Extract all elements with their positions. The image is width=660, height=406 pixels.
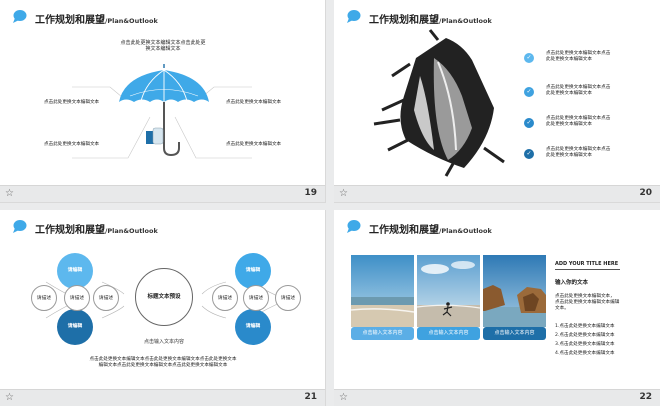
outline-circle: 请描述 <box>212 285 238 311</box>
text-left-bottom: 点击此处更换文本编辑文本 <box>44 142 100 147</box>
slide-title: 工作规划和展望/Plan&Outlook <box>369 15 492 26</box>
slide-subtitle: /Plan&Outlook <box>439 17 492 25</box>
outline-circle: 请描述 <box>243 285 269 311</box>
slide-19[interactable]: 工作规划和展望/Plan&Outlook 点击此处更换文本编辑文本点击此处更 换… <box>0 0 326 203</box>
list-item: 3.点击此处更换文本编辑文本 <box>555 342 615 347</box>
text-right-bottom: 点击此处更换文本编辑文本 <box>226 142 282 147</box>
page-number: 22 <box>639 392 652 402</box>
page-number: 19 <box>304 188 317 198</box>
photo-beach <box>351 255 414 327</box>
outline-circle: 请描述 <box>275 285 301 311</box>
slide-22[interactable]: 工作规划和展望/Plan&Outlook 点击输入文本内容 点击输入文本内容 点… <box>334 210 660 406</box>
center-circle: 标题文本预设 <box>135 268 193 326</box>
outline-circle: 请描述 <box>64 285 90 311</box>
check-icon: ✓ <box>524 118 534 128</box>
filled-circle: 请编辑 <box>235 253 271 289</box>
list-item: 4.点击此处更换文本编辑文本 <box>555 351 615 356</box>
text-button[interactable]: 点击输入文本内容 <box>351 327 414 340</box>
speech-bubble-icon <box>12 219 27 234</box>
star-icon: ☆ <box>5 392 14 403</box>
speech-bubble-icon <box>12 9 27 24</box>
page-number: 21 <box>304 392 317 402</box>
brush-image <box>373 29 505 177</box>
slide-title: 工作规划和展望/Plan&Outlook <box>369 225 492 236</box>
text-button[interactable]: 点击输入文本内容 <box>483 327 546 340</box>
text-left-top: 点击此处更换文本编辑文本 <box>44 100 100 105</box>
check-icon: ✓ <box>524 87 534 97</box>
sub-heading: 输入你的文本 <box>555 280 589 286</box>
heading-rule <box>555 269 620 270</box>
top-text: 点击此处更换文本编辑文本点击此处更 换文本编辑文本 <box>120 40 206 52</box>
text-button[interactable]: 点击输入文本内容 <box>417 327 480 340</box>
bottom-text: 点击此处更换文本编辑文本点击此处更换文本编辑文本点击此处更换文本 编辑文本点击此… <box>89 357 237 368</box>
filled-circle: 请编辑 <box>235 309 271 345</box>
slide-footer: ☆ 21 <box>0 389 325 406</box>
photo-runner <box>417 255 480 327</box>
slide-subtitle: /Plan&Outlook <box>439 227 492 235</box>
slide-footer: ☆ 22 <box>334 389 660 406</box>
heading: ADD YOUR TITLE HERE <box>555 261 619 267</box>
speech-bubble-icon <box>346 9 361 24</box>
filled-circle: 请编辑 <box>57 253 93 289</box>
star-icon: ☆ <box>339 392 348 403</box>
slide-20[interactable]: 工作规划和展望/Plan&Outlook ✓ 点击此处更换文本编辑文本点击 此处更… <box>334 0 660 203</box>
check-icon: ✓ <box>524 53 534 63</box>
star-icon: ☆ <box>5 188 14 199</box>
slide-footer: ☆ 20 <box>334 185 660 202</box>
slide-21[interactable]: 工作规划和展望/Plan&Outlook 请编辑 请编辑 请编辑 请编辑 请描述… <box>0 210 326 406</box>
paragraph: 点击此处更换文本编辑文本， 点击此处更换文本编辑文本编辑 文本。 <box>555 294 620 311</box>
list-item: 2.点击此处更换文本编辑文本 <box>555 333 615 338</box>
slide-footer: ☆ 19 <box>0 185 325 202</box>
numbered-list: 1.点击此处更换文本编辑文本 2.点击此处更换文本编辑文本 3.点击此处更换文本… <box>555 322 615 358</box>
slide-subtitle: /Plan&Outlook <box>105 227 158 235</box>
outline-circle: 请描述 <box>31 285 57 311</box>
page-number: 20 <box>639 188 652 198</box>
star-icon: ☆ <box>339 188 348 199</box>
text-right-top: 点击此处更换文本编辑文本 <box>226 100 282 105</box>
speech-bubble-icon <box>346 219 361 234</box>
outline-circle: 请描述 <box>93 285 119 311</box>
filled-circle: 请编辑 <box>57 309 93 345</box>
photo-rocks <box>483 255 546 327</box>
slide-subtitle: /Plan&Outlook <box>105 17 158 25</box>
slide-title: 工作规划和展望/Plan&Outlook <box>35 15 158 26</box>
center-caption: 点击输入文本内容 <box>143 339 184 345</box>
umbrella-diagram <box>72 64 252 159</box>
check-icon: ✓ <box>524 149 534 159</box>
slide-title: 工作规划和展望/Plan&Outlook <box>35 225 158 236</box>
list-item: 1.点击此处更换文本编辑文本 <box>555 324 615 329</box>
